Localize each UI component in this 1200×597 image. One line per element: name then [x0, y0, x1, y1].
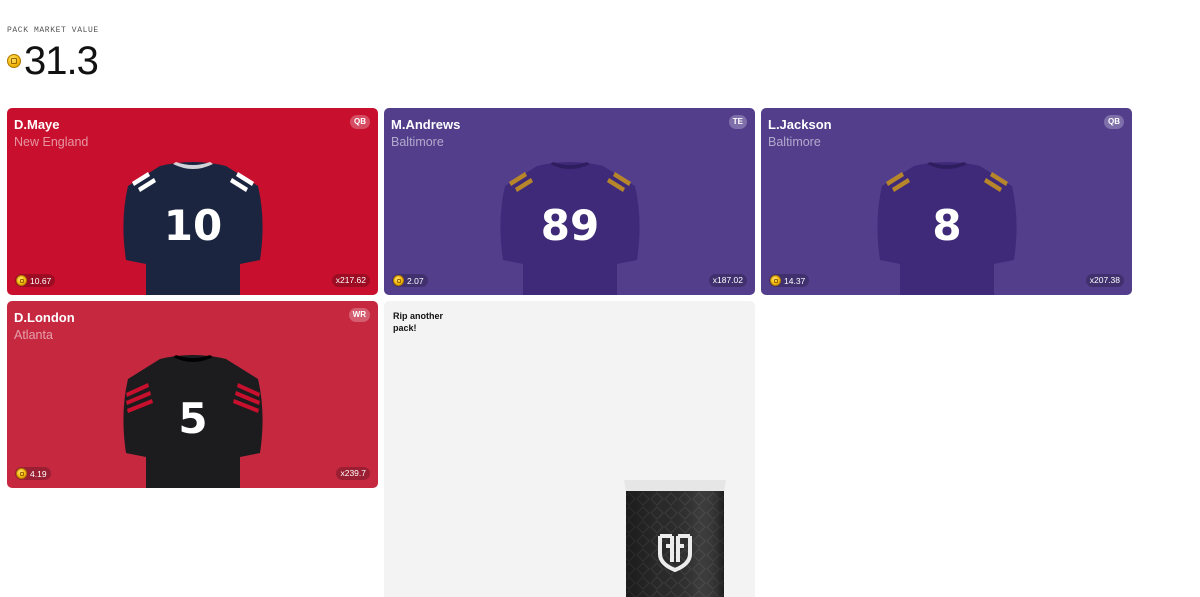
position-badge: QB [350, 115, 370, 129]
price-value: 10.67 [30, 275, 52, 286]
rip-another-pack-label: Rip another pack! [393, 311, 444, 333]
jersey-image: 89 [499, 162, 640, 295]
player-team: Baltimore [768, 135, 821, 149]
market-value-row: 31.3 [7, 41, 99, 81]
jersey-number: 8 [932, 201, 961, 250]
jersey-image: 10 [122, 162, 263, 295]
player-team: New England [14, 135, 89, 149]
jersey-image: 8 [876, 162, 1017, 295]
rip-another-pack-card[interactable]: Rip another pack! [384, 301, 755, 597]
jersey-number: 89 [540, 201, 598, 250]
coin-icon [16, 468, 27, 479]
price-pill: 14.37 [769, 274, 810, 287]
price-value: 2.07 [407, 275, 424, 286]
position-badge: TE [728, 115, 747, 129]
price-pill: 4.19 [15, 467, 51, 480]
position-badge: QB [1104, 115, 1124, 129]
player-card-mandrews[interactable]: M.Andrews Baltimore TE 89 2.07 x187.02 [384, 108, 755, 295]
multiplier-pill: x187.02 [708, 274, 747, 287]
price-value: 4.19 [30, 468, 47, 479]
position-badge: WR [348, 308, 370, 322]
multiplier-pill: x207.38 [1085, 274, 1124, 287]
coin-icon [393, 275, 404, 286]
player-card-dlondon[interactable]: D.London Atlanta WR 5 4.19 x239.7 [7, 301, 378, 488]
player-name: D.London [14, 310, 75, 325]
jersey-image: 5 [122, 355, 263, 488]
price-value: 14.37 [784, 275, 806, 286]
card-pack-image[interactable] [622, 478, 728, 597]
player-card-dmaye[interactable]: D.Maye New England QB 10 10.67 x217.62 [7, 108, 378, 295]
multiplier-pill: x239.7 [336, 467, 370, 480]
player-card-ljackson[interactable]: L.Jackson Baltimore QB 8 14.37 x207.38 [761, 108, 1132, 295]
price-pill: 2.07 [392, 274, 428, 287]
pack-market-value-header: PACK MARKET VALUE 31.3 [7, 26, 99, 81]
player-name: D.Maye [14, 117, 60, 132]
player-team: Atlanta [14, 328, 53, 342]
pack-market-value-label: PACK MARKET VALUE [7, 26, 99, 35]
player-team: Baltimore [391, 135, 444, 149]
player-name: M.Andrews [391, 117, 461, 132]
coin-icon [7, 54, 21, 68]
coin-icon [770, 275, 781, 286]
coin-icon [16, 275, 27, 286]
player-name: L.Jackson [768, 117, 832, 132]
jersey-number: 10 [163, 201, 221, 250]
price-pill: 10.67 [15, 274, 56, 287]
jersey-number: 5 [178, 394, 207, 443]
market-value: 31.3 [24, 39, 99, 83]
multiplier-pill: x217.62 [331, 274, 370, 287]
